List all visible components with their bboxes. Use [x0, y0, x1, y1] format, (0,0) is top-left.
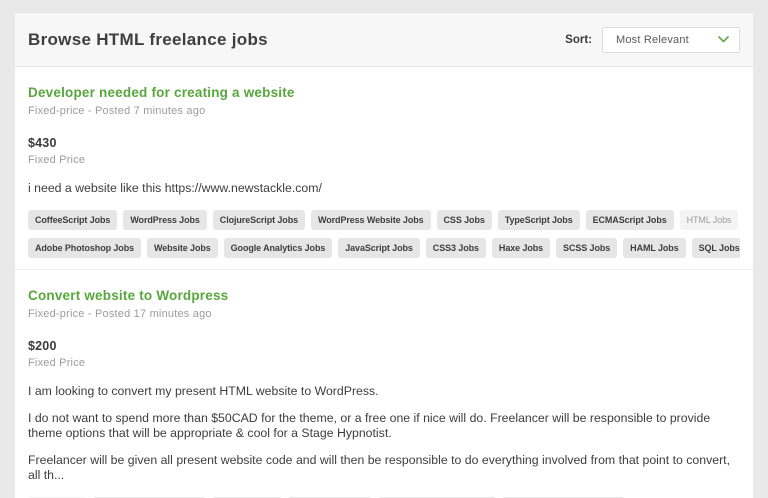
skill-tag-current: HTML Jobs — [679, 210, 739, 230]
job-description-line: I do not want to spend more than $50CAD … — [28, 411, 711, 440]
page-header: Browse HTML freelance jobs Sort: Most Re… — [15, 13, 753, 67]
job-meta: Fixed-price - Posted 17 minutes ago — [28, 308, 212, 320]
skill-tag-link[interactable]: Google Analytics Jobs — [223, 238, 333, 258]
job-meta: Fixed-price - Posted 7 minutes ago — [28, 105, 206, 117]
job-price: $430 — [28, 136, 57, 150]
sort-dropdown-value: Most Relevant — [616, 33, 689, 46]
job-list: Developer needed for creating a website … — [15, 67, 753, 498]
job-price-type: Fixed Price — [28, 154, 86, 166]
content-panel: Browse HTML freelance jobs Sort: Most Re… — [15, 13, 753, 498]
skill-tag-link[interactable]: Adobe Photoshop Jobs — [28, 238, 141, 258]
skill-tag-link[interactable]: SCSS Jobs — [556, 238, 618, 258]
job-title-link[interactable]: Developer needed for creating a website — [28, 85, 295, 100]
skill-tag-link[interactable]: Haxe Jobs — [491, 238, 551, 258]
page-title: Browse HTML freelance jobs — [28, 29, 268, 49]
skill-tag-link[interactable]: TypeScript Jobs — [497, 210, 580, 230]
sort-dropdown[interactable]: Most Relevant — [602, 26, 740, 53]
chevron-down-icon — [718, 36, 729, 43]
skill-tag-link[interactable]: JavaScript Jobs — [338, 238, 420, 258]
job-card: Convert website to Wordpress Fixed-price… — [15, 269, 753, 498]
skill-tag-link[interactable]: CoffeeScript Jobs — [28, 210, 118, 230]
skill-tag-link[interactable]: HAML Jobs — [623, 238, 686, 258]
skill-tag-link[interactable]: WordPress Website Jobs — [311, 210, 431, 230]
sort-control: Sort: Most Relevant — [565, 26, 740, 53]
skill-tag-link[interactable]: CSS Jobs — [436, 210, 492, 230]
job-description-line: Freelancer will be given all present web… — [28, 453, 730, 482]
job-description: i need a website like this https://www.n… — [28, 181, 740, 196]
job-price-type: Fixed Price — [28, 357, 86, 369]
job-title-link[interactable]: Convert website to Wordpress — [28, 288, 228, 303]
skill-tag-link[interactable]: Website Jobs — [147, 238, 218, 258]
skill-tag-link[interactable]: ECMAScript Jobs — [585, 210, 674, 230]
skill-tag-link[interactable]: CSS3 Jobs — [425, 238, 486, 258]
job-description-line: i need a website like this https://www.n… — [28, 181, 322, 195]
skill-tag-link[interactable]: WordPress Jobs — [123, 210, 207, 230]
job-card: Developer needed for creating a website … — [15, 67, 753, 269]
page-background: Browse HTML freelance jobs Sort: Most Re… — [0, 0, 768, 498]
job-price: $200 — [28, 339, 57, 353]
job-skill-tags: CoffeeScript Jobs WordPress Jobs ClojureSc… — [28, 210, 740, 258]
skill-tag-row: Adobe Photoshop Jobs Website Jobs Google A… — [28, 238, 740, 258]
skill-tag-link[interactable]: ClojureScript Jobs — [212, 210, 306, 230]
skill-tag-row: CoffeeScript Jobs WordPress Jobs ClojureSc… — [28, 210, 740, 230]
sort-label: Sort: — [565, 33, 592, 46]
job-description: I am looking to convert my present HTML … — [28, 384, 740, 483]
skill-tag-link[interactable]: SQL Jobs — [691, 238, 740, 258]
job-description-line: I am looking to convert my present HTML … — [28, 384, 379, 398]
